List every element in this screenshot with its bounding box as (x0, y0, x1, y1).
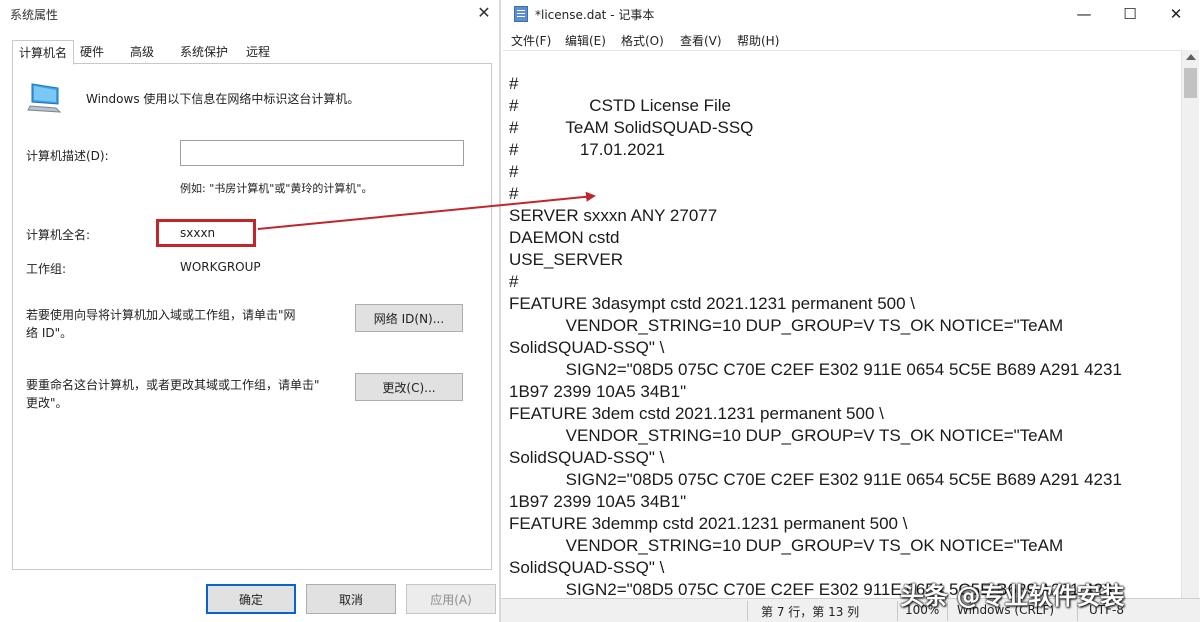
change-button[interactable]: 更改(C)... (355, 373, 463, 401)
text-line: # (509, 162, 519, 181)
full-name-label: 计算机全名: (26, 228, 91, 242)
apply-button[interactable]: 应用(A) (406, 584, 496, 614)
text-line: VENDOR_STRING=10 DUP_GROUP=V TS_OK NOTIC… (509, 536, 1064, 555)
text-line: FEATURE 3dem cstd 2021.1231 permanent 50… (509, 404, 884, 423)
text-line: # TeAM SolidSQUAD-SSQ (509, 118, 754, 137)
status-divider (747, 601, 748, 621)
menu-file[interactable]: 文件(F) (511, 32, 551, 49)
text-line: 1B97 2399 10A5 34B1" (509, 492, 687, 511)
menu-bar: 文件(F) 编辑(E) 格式(O) 查看(V) 帮助(H) (501, 30, 1200, 50)
scroll-up-icon[interactable] (1186, 54, 1196, 60)
system-properties-window: 系统属性 ✕ 计算机名 硬件 高级 系统保护 远程 Windows 使用以下信息… (0, 0, 500, 622)
title-bar: 系统属性 ✕ (0, 0, 500, 28)
network-id-button[interactable]: 网络 ID(N)... (355, 304, 463, 332)
text-line: SIGN2="08D5 075C C70E C2EF E302 911E 065… (509, 360, 1122, 379)
close-icon[interactable]: ✕ (1153, 2, 1199, 26)
network-id-hint-line2: 络 ID"。 (26, 326, 73, 340)
tab-advanced[interactable]: 高级 (124, 40, 160, 64)
vertical-scrollbar[interactable] (1181, 50, 1199, 598)
computer-description-label: 计算机描述(D): (26, 149, 109, 163)
workgroup-value: WORKGROUP (180, 260, 261, 274)
text-line: # (509, 74, 519, 93)
minimize-icon[interactable]: — (1061, 2, 1107, 26)
tab-remote[interactable]: 远程 (240, 40, 276, 64)
tab-system-protection[interactable]: 系统保护 (174, 40, 234, 64)
tab-hardware[interactable]: 硬件 (74, 40, 110, 64)
rename-hint-line2: 更改"。 (26, 396, 68, 410)
text-line: SIGN2="08D5 075C C70E C2EF E302 911E 065… (509, 470, 1122, 489)
text-line: # (509, 272, 519, 291)
rename-hint-line1: 要重命名这台计算机，或者更改其域或工作组，请单击" (26, 378, 320, 392)
text-line: DAEMON cstd (509, 228, 620, 247)
text-line: VENDOR_STRING=10 DUP_GROUP=V TS_OK NOTIC… (509, 316, 1064, 335)
watermark: 头条 @专业软件安装 (900, 582, 1125, 610)
text-line: # 17.01.2021 (509, 140, 665, 159)
menu-edit[interactable]: 编辑(E) (565, 32, 606, 49)
tab-computer-name[interactable]: 计算机名 (12, 40, 75, 65)
tab-strip: 计算机名 硬件 高级 系统保护 远程 (12, 40, 492, 65)
text-line: FEATURE 3demmp cstd 2021.1231 permanent … (509, 514, 908, 533)
text-line: VENDOR_STRING=10 DUP_GROUP=V TS_OK NOTIC… (509, 426, 1064, 445)
example-text: 例如: "书房计算机"或"黄玲的计算机"。 (180, 182, 373, 195)
text-line: # (509, 184, 519, 203)
text-line: SolidSQUAD-SSQ" \ (509, 338, 665, 357)
workgroup-label: 工作组: (26, 262, 67, 276)
menu-view[interactable]: 查看(V) (680, 32, 722, 49)
text-line: SERVER sxxxn ANY 27077 (509, 206, 718, 225)
computer-description-input[interactable] (180, 140, 464, 166)
cursor-position: 第 7 行，第 13 列 (761, 605, 860, 619)
cancel-button[interactable]: 取消 (306, 584, 396, 614)
title-bar: *license.dat - 记事本 — ☐ ✕ (501, 0, 1200, 28)
window-title: 系统属性 (10, 8, 59, 22)
description-text: Windows 使用以下信息在网络中标识这台计算机。 (86, 92, 360, 106)
network-id-hint-line1: 若要使用向导将计算机加入域或工作组，请单击"网 (26, 308, 296, 322)
scroll-thumb[interactable] (1184, 68, 1197, 98)
menu-format[interactable]: 格式(O) (621, 32, 664, 49)
highlight-box (156, 219, 256, 247)
text-line: USE_SERVER (509, 250, 624, 269)
close-icon[interactable]: ✕ (472, 2, 496, 24)
text-line: 1B97 2399 10A5 34B1" (509, 382, 687, 401)
text-line: SolidSQUAD-SSQ" \ (509, 448, 665, 467)
monitor-icon (27, 83, 62, 113)
notepad-icon (514, 6, 528, 22)
ok-button[interactable]: 确定 (206, 584, 296, 614)
text-line: # CSTD License File (509, 96, 732, 115)
text-editor[interactable]: # # CSTD License File # TeAM SolidSQUAD-SS… (503, 50, 1181, 598)
menu-help[interactable]: 帮助(H) (737, 32, 779, 49)
text-line: SolidSQUAD-SSQ" \ (509, 558, 665, 577)
maximize-icon[interactable]: ☐ (1107, 2, 1153, 26)
window-title: *license.dat - 记事本 (535, 8, 655, 22)
notepad-window: *license.dat - 记事本 — ☐ ✕ 文件(F) 编辑(E) 格式(… (500, 0, 1200, 622)
text-line: FEATURE 3dasympt cstd 2021.1231 permanen… (509, 294, 916, 313)
status-divider (897, 601, 898, 621)
